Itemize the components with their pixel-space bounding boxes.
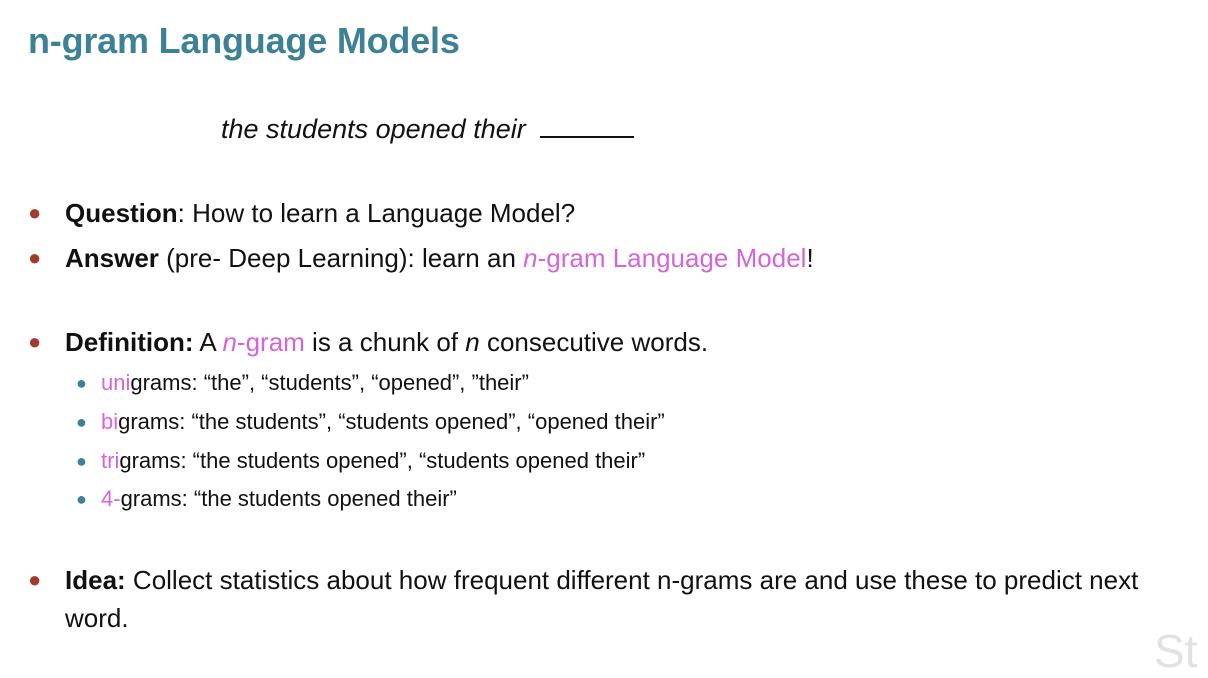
idea-label: Idea: — [65, 565, 126, 595]
sub-item-text: trigrams: “the students opened”, “studen… — [101, 446, 645, 476]
bullet-idea-text: Idea: Collect statistics about how frequ… — [65, 561, 1165, 637]
question-body: : How to learn a Language Model? — [177, 198, 576, 228]
sub-item-rest: grams: “the students opened”, “students … — [119, 448, 646, 473]
idea-body: Collect statistics about how frequent di… — [65, 565, 1139, 633]
watermark-logo: St — [1154, 625, 1198, 677]
definition-part-c: consecutive words. — [479, 327, 709, 357]
sub-item-rest: grams: “the students opened their” — [120, 486, 457, 511]
sub-item-prefix: bi — [101, 409, 119, 434]
definition-italic-n: n — [465, 327, 480, 357]
question-label: Question — [65, 198, 178, 228]
example-text: the students opened their — [221, 114, 526, 144]
sub-bullet-dot-icon: ● — [76, 489, 87, 509]
example-sentence: the students opened their — [221, 110, 634, 145]
bullet-dot-icon: ● — [28, 200, 42, 225]
answer-label: Answer — [65, 243, 159, 273]
slide: n-gram Language Models the students open… — [0, 0, 1208, 677]
definition-label: Definition: — [65, 327, 194, 357]
bullet-dot-icon: ● — [28, 567, 42, 592]
definition-highlight: -gram — [236, 327, 305, 357]
definition-highlight-n: n — [222, 327, 237, 357]
bullet-definition-text: Definition: A n-gram is a chunk of n con… — [65, 323, 708, 361]
sub-item-text: unigrams: “the”, “students”, “opened”, ”… — [101, 368, 529, 398]
answer-body: (pre- Deep Learning): learn an — [158, 243, 524, 273]
example-blank — [539, 110, 634, 138]
answer-highlight-n: n — [523, 243, 538, 273]
answer-end: ! — [806, 243, 814, 273]
sub-item-rest: grams: “the”, “students”, “opened”, ”the… — [130, 370, 529, 395]
bullet-answer-text: Answer (pre- Deep Learning): learn an n-… — [65, 239, 814, 277]
definition-part-b: is a chunk of — [304, 327, 466, 357]
sub-item-prefix: tri — [101, 448, 120, 473]
bullet-dot-icon: ● — [28, 245, 42, 270]
sub-bullet-dot-icon: ● — [76, 412, 87, 432]
bullet-question-text: Question: How to learn a Language Model? — [65, 194, 575, 232]
definition-part-a: A — [193, 327, 223, 357]
sub-item-prefix: 4- — [101, 486, 121, 511]
slide-title: n-gram Language Models — [28, 20, 460, 61]
sub-item-text: 4-grams: “the students opened their” — [101, 484, 457, 514]
answer-highlight: -gram Language Model — [537, 243, 807, 273]
sub-item-rest: grams: “the students”, “students opened”… — [118, 409, 665, 434]
sub-bullet-dot-icon: ● — [76, 451, 87, 471]
sub-bullet-dot-icon: ● — [76, 373, 87, 393]
sub-item-text: bigrams: “the students”, “students opene… — [101, 407, 665, 437]
bullet-dot-icon: ● — [28, 329, 42, 354]
sub-item-prefix: uni — [101, 370, 131, 395]
